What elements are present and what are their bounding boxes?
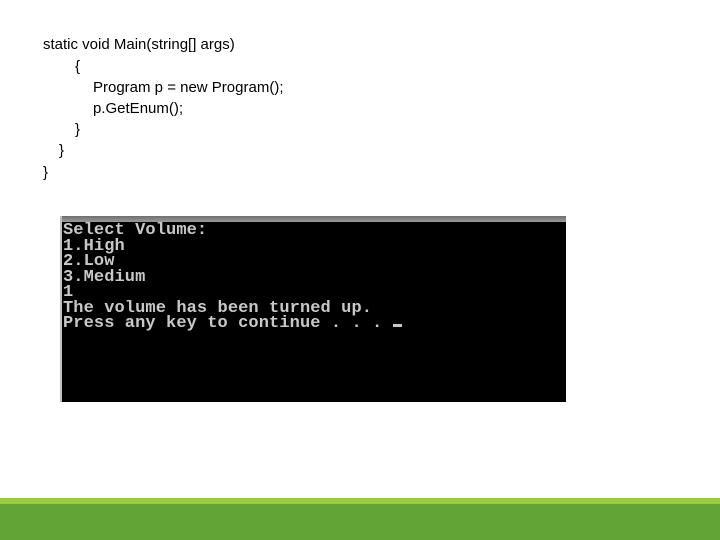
console-line: Press any key to continue . . . (63, 314, 393, 333)
code-line: p.GetEnum(); (93, 100, 184, 117)
cursor (392, 324, 402, 327)
code-line: static void Main(string[] args) (43, 36, 235, 53)
code-line: { (75, 58, 81, 75)
code-line: } (75, 121, 81, 138)
code-line: } (59, 142, 65, 159)
code-line: } (43, 164, 49, 181)
code-line: Program p = new Program(); (93, 79, 284, 96)
console-output: Select Volume: 1.High 2.Low 3.Medium 1 The vo… (63, 222, 402, 333)
console-window-screenshot: Select Volume: 1.High 2.Low 3.Medium 1 The vo… (60, 216, 566, 402)
footer-band-dark (0, 504, 720, 540)
console-line: 3.Medium (63, 267, 146, 287)
